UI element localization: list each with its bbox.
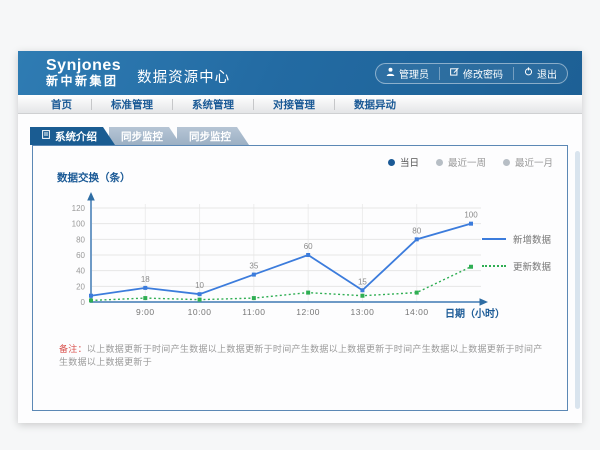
document-icon <box>42 130 50 142</box>
footnote: 备注：以上数据更新于时间产生数据以上数据更新于时间产生数据以上数据更新于时间产生… <box>59 342 549 368</box>
x-axis-arrow-icon <box>480 298 489 306</box>
point-marker <box>198 298 202 302</box>
tab-system-intro[interactable]: 系统介绍 <box>30 127 115 145</box>
app-window: Synjones 新中新集团 数据资源中心 管理员 修改密码 <box>18 51 582 423</box>
radio-last-month[interactable]: 最近一月 <box>503 155 553 169</box>
point-marker <box>306 291 310 295</box>
point-marker <box>143 286 147 290</box>
tab-label: 同步监控 <box>189 129 231 144</box>
point-marker <box>306 253 310 257</box>
y-tick-label: 100 <box>72 220 86 229</box>
y-axis-arrow-icon <box>87 192 95 201</box>
x-tick-label: 9:00 <box>136 307 155 317</box>
point-marker <box>89 294 93 298</box>
chart-legend: 新增数据 更新数据 <box>482 232 551 273</box>
content-panel: 当日 最近一周 最近一月 数据交换（条） 0 20 40 60 80 100 120 18 10… <box>32 145 568 411</box>
legend-label: 更新数据 <box>513 259 551 273</box>
nav-item-standard-mgmt[interactable]: 标准管理 <box>92 97 172 112</box>
point-marker <box>89 298 93 302</box>
point-marker <box>415 237 419 241</box>
solid-line-icon <box>482 238 506 240</box>
y-tick-label: 60 <box>76 251 85 260</box>
change-password-button[interactable]: 修改密码 <box>439 67 513 80</box>
y-tick-label: 40 <box>76 267 85 276</box>
legend-item-new-data: 新增数据 <box>482 232 551 246</box>
legend-item-updated-data: 更新数据 <box>482 259 551 273</box>
brand-logo-cn: 新中新集团 <box>46 75 121 88</box>
main-nav: 首页 标准管理 系统管理 对接管理 数据异动 <box>18 95 582 114</box>
x-tick-label: 14:00 <box>405 307 429 317</box>
tab-sync-monitor-1[interactable]: 同步监控 <box>109 127 181 145</box>
power-icon <box>524 67 533 79</box>
x-tick-label: 10:00 <box>188 307 212 317</box>
dotted-line-icon <box>482 265 506 267</box>
point-marker <box>252 296 256 300</box>
change-password-label: 修改密码 <box>463 66 503 81</box>
x-tick-label: 13:00 <box>351 307 375 317</box>
logout-button[interactable]: 退出 <box>513 67 567 80</box>
scrollbar[interactable] <box>575 151 580 409</box>
point-label: 18 <box>141 275 150 284</box>
y-axis-title: 数据交换（条） <box>57 170 131 185</box>
nav-item-data-change[interactable]: 数据异动 <box>335 97 415 112</box>
radio-dot-icon <box>388 159 395 166</box>
point-marker <box>360 294 364 298</box>
point-marker <box>469 222 473 226</box>
radio-last-week-label: 最近一周 <box>448 155 486 169</box>
point-marker <box>469 265 473 269</box>
tab-label: 系统介绍 <box>55 129 97 144</box>
point-marker <box>360 288 364 292</box>
nav-item-system-mgmt[interactable]: 系统管理 <box>173 97 253 112</box>
point-label: 35 <box>249 262 258 271</box>
radio-today[interactable]: 当日 <box>388 155 419 169</box>
current-user-label: 管理员 <box>399 66 429 81</box>
edit-icon <box>450 67 459 79</box>
tab-label: 同步监控 <box>121 129 163 144</box>
y-tick-label: 80 <box>76 235 85 244</box>
x-axis-title: 日期（小时） <box>445 307 505 320</box>
brand-logo: Synjones 新中新集团 <box>46 58 121 87</box>
radio-last-week[interactable]: 最近一周 <box>436 155 486 169</box>
point-label: 10 <box>195 281 204 290</box>
current-user[interactable]: 管理员 <box>376 67 439 80</box>
point-marker <box>198 292 202 296</box>
radio-dot-icon <box>436 159 443 166</box>
logout-label: 退出 <box>537 66 557 81</box>
radio-today-label: 当日 <box>400 155 419 169</box>
radio-dot-icon <box>503 159 510 166</box>
user-toolbar: 管理员 修改密码 退出 <box>375 63 568 84</box>
point-marker <box>252 273 256 277</box>
y-tick-label: 120 <box>72 204 86 213</box>
x-tick-label: 12:00 <box>296 307 320 317</box>
point-label: 15 <box>358 277 367 286</box>
header: Synjones 新中新集团 数据资源中心 管理员 修改密码 <box>18 51 582 95</box>
point-label: 60 <box>304 242 313 251</box>
point-label: 100 <box>464 211 478 220</box>
brand-logo-en: Synjones <box>46 58 121 75</box>
y-tick-label: 0 <box>81 298 86 307</box>
footnote-text: 以上数据更新于时间产生数据以上数据更新于时间产生数据以上数据更新于时间产生数据以… <box>59 344 543 367</box>
app-title: 数据资源中心 <box>137 66 230 87</box>
page-background: Synjones 新中新集团 数据资源中心 管理员 修改密码 <box>0 0 600 450</box>
legend-label: 新增数据 <box>513 232 551 246</box>
radio-last-month-label: 最近一月 <box>515 155 553 169</box>
y-tick-label: 20 <box>76 282 85 291</box>
time-range-filter: 当日 最近一周 最近一月 <box>388 155 553 169</box>
tab-sync-monitor-2[interactable]: 同步监控 <box>177 127 249 145</box>
point-marker <box>143 296 147 300</box>
user-icon <box>386 67 395 79</box>
nav-item-home[interactable]: 首页 <box>32 97 91 112</box>
point-label: 80 <box>412 226 421 235</box>
tab-strip: 系统介绍 同步监控 同步监控 <box>30 127 582 145</box>
footnote-prefix: 备注： <box>59 344 87 354</box>
nav-item-interface-mgmt[interactable]: 对接管理 <box>254 97 334 112</box>
point-marker <box>415 291 419 295</box>
x-tick-label: 11:00 <box>242 307 265 317</box>
